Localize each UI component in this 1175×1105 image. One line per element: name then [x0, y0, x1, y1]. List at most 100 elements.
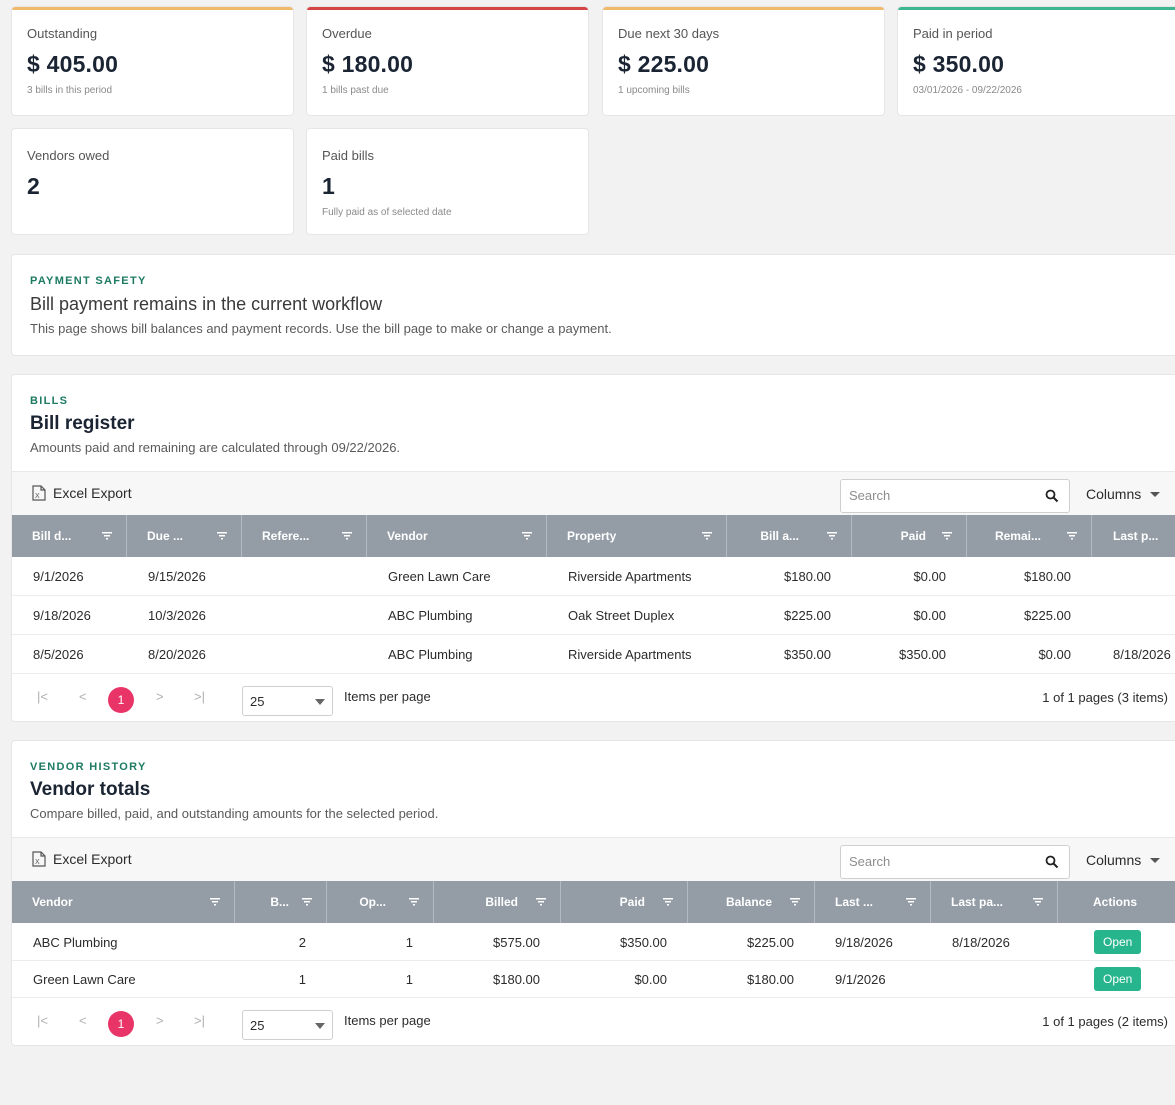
- chevron-down-icon: [315, 699, 325, 705]
- open-vendor-button[interactable]: Open: [1094, 967, 1142, 991]
- filter-icon[interactable]: [942, 532, 952, 540]
- section-title: Bill payment remains in the current work…: [30, 294, 383, 314]
- kpi-value: $ 350.00: [913, 51, 1005, 77]
- filter-icon[interactable]: [409, 898, 419, 906]
- items-per-page-select[interactable]: 25: [242, 686, 333, 716]
- filter-icon[interactable]: [217, 532, 227, 540]
- cell-paid: $350.00: [620, 934, 667, 950]
- column-header-reference[interactable]: Refere...: [242, 515, 367, 557]
- last-page-icon[interactable]: >|: [194, 1013, 205, 1028]
- table-row[interactable]: 8/5/2026 8/20/2026 ABC Plumbing Riversid…: [12, 635, 1175, 674]
- column-header-bill-date[interactable]: Bill d...: [12, 515, 127, 557]
- cell-actions: Open: [1094, 923, 1142, 961]
- search-input[interactable]: [849, 854, 1034, 869]
- items-per-page-select[interactable]: 25: [242, 1010, 333, 1040]
- column-header-bills[interactable]: B...: [235, 881, 327, 923]
- prev-page-icon[interactable]: <: [79, 689, 87, 704]
- payment-safety-panel: PAYMENT SAFETY Bill payment remains in t…: [11, 254, 1175, 356]
- svg-text:X: X: [35, 493, 40, 500]
- page-number-current[interactable]: 1: [108, 687, 134, 713]
- cell-last-payment: 8/18/2026: [952, 934, 1010, 950]
- filter-icon[interactable]: [302, 898, 312, 906]
- page-number-current[interactable]: 1: [108, 1011, 134, 1037]
- grid-toolbar: X Excel Export Columns: [12, 837, 1175, 881]
- columns-label: Columns: [1086, 852, 1142, 868]
- filter-icon[interactable]: [663, 898, 673, 906]
- cell-balance: $180.00: [747, 971, 794, 987]
- excel-export-button[interactable]: X Excel Export: [32, 851, 132, 867]
- kpi-subtext: 1 bills past due: [322, 85, 389, 96]
- column-header-vendor[interactable]: Vendor: [12, 881, 235, 923]
- cell-vendor: Green Lawn Care: [33, 971, 136, 987]
- column-header-due-date[interactable]: Due ...: [127, 515, 242, 557]
- section-description: Amounts paid and remaining are calculate…: [30, 440, 401, 455]
- columns-menu-button[interactable]: Columns: [1086, 852, 1161, 868]
- kpi-label: Overdue: [322, 26, 372, 41]
- filter-icon[interactable]: [827, 532, 837, 540]
- cell-bills: 2: [298, 934, 306, 950]
- kpi-label: Outstanding: [27, 26, 98, 41]
- columns-menu-button[interactable]: Columns: [1086, 486, 1161, 502]
- column-header-paid[interactable]: Paid: [852, 515, 967, 557]
- grid-header-row: Vendor B... Op... Billed Paid Balance La…: [12, 881, 1175, 923]
- search-input[interactable]: [849, 488, 1034, 503]
- excel-export-button[interactable]: X Excel Export: [32, 485, 132, 501]
- column-header-last-payment[interactable]: Last pa...: [931, 881, 1058, 923]
- kpi-subtext: 03/01/2026 - 09/22/2026: [913, 85, 1022, 96]
- column-header-last-payment[interactable]: Last p...: [1092, 515, 1175, 557]
- next-page-icon[interactable]: >: [156, 689, 164, 704]
- column-header-remaining[interactable]: Remai...: [967, 515, 1092, 557]
- kpi-card-paid-bills: Paid bills 1 Fully paid as of selected d…: [306, 128, 589, 235]
- kpi-card-overdue: Overdue $ 180.00 1 bills past due: [306, 6, 589, 116]
- table-row[interactable]: 9/1/2026 9/15/2026 Green Lawn Care River…: [12, 557, 1175, 596]
- table-row[interactable]: 9/18/2026 10/3/2026 ABC Plumbing Oak Str…: [12, 596, 1175, 635]
- cell-due-date: 9/15/2026: [148, 569, 206, 584]
- search-icon[interactable]: [1045, 489, 1059, 503]
- cell-remaining: $225.00: [1024, 608, 1071, 623]
- vendor-totals-panel: VENDOR HISTORY Vendor totals Compare bil…: [11, 740, 1175, 1046]
- cell-billed: $180.00: [493, 971, 540, 987]
- column-header-billed[interactable]: Billed: [434, 881, 561, 923]
- excel-export-label: Excel Export: [53, 851, 132, 867]
- filter-icon[interactable]: [790, 898, 800, 906]
- open-vendor-button[interactable]: Open: [1094, 930, 1142, 954]
- column-header-balance[interactable]: Balance: [688, 881, 815, 923]
- cell-property: Oak Street Duplex: [568, 608, 675, 623]
- table-row[interactable]: ABC Plumbing 2 1 $575.00 $350.00 $225.00…: [12, 923, 1175, 961]
- last-page-icon[interactable]: >|: [194, 689, 205, 704]
- kpi-value: 1: [322, 173, 335, 199]
- filter-icon[interactable]: [522, 532, 532, 540]
- filter-icon[interactable]: [342, 532, 352, 540]
- cell-property: Riverside Apartments: [568, 647, 692, 662]
- pager-info: 1 of 1 pages (2 items): [1042, 1014, 1168, 1029]
- kpi-label: Vendors owed: [27, 148, 110, 163]
- column-header-last-bill[interactable]: Last ...: [815, 881, 931, 923]
- kpi-accent-line: [603, 7, 884, 10]
- column-header-open[interactable]: Op...: [327, 881, 434, 923]
- filter-icon[interactable]: [1067, 532, 1077, 540]
- search-icon[interactable]: [1045, 855, 1059, 869]
- svg-text:X: X: [35, 859, 40, 866]
- first-page-icon[interactable]: |<: [37, 689, 48, 704]
- next-page-icon[interactable]: >: [156, 1013, 164, 1028]
- first-page-icon[interactable]: |<: [37, 1013, 48, 1028]
- cell-vendor: ABC Plumbing: [33, 934, 118, 950]
- column-header-bill-amount[interactable]: Bill a...: [727, 515, 852, 557]
- prev-page-icon[interactable]: <: [79, 1013, 87, 1028]
- excel-export-label: Excel Export: [53, 485, 132, 501]
- kpi-value: 2: [27, 173, 40, 199]
- filter-icon[interactable]: [102, 532, 112, 540]
- column-header-paid[interactable]: Paid: [561, 881, 688, 923]
- cell-bill-date: 9/18/2026: [33, 608, 91, 623]
- cell-bill-amount: $180.00: [784, 569, 831, 584]
- column-header-vendor[interactable]: Vendor: [367, 515, 547, 557]
- cell-actions: Open: [1094, 960, 1142, 998]
- table-row[interactable]: Green Lawn Care 1 1 $180.00 $0.00 $180.0…: [12, 960, 1175, 998]
- filter-icon[interactable]: [1033, 898, 1043, 906]
- filter-icon[interactable]: [210, 898, 220, 906]
- filter-icon[interactable]: [702, 532, 712, 540]
- filter-icon[interactable]: [906, 898, 916, 906]
- column-header-property[interactable]: Property: [547, 515, 727, 557]
- filter-icon[interactable]: [536, 898, 546, 906]
- chevron-down-icon: [1150, 491, 1161, 497]
